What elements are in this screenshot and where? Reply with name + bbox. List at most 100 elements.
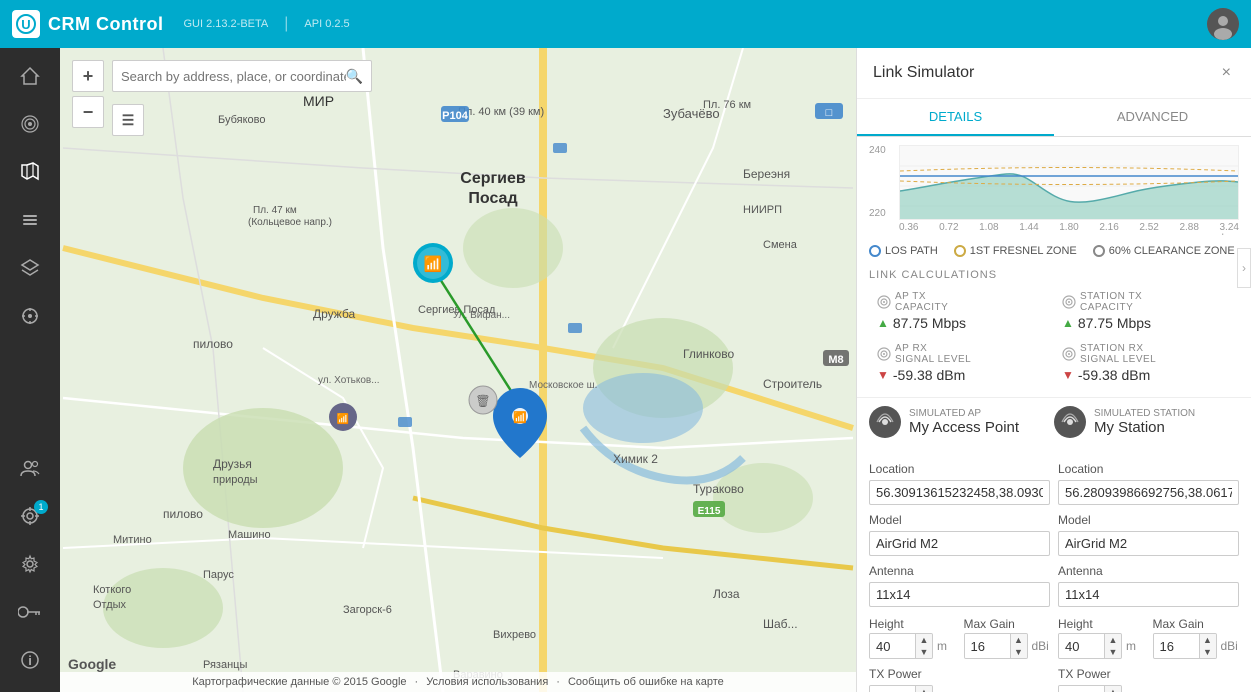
legend-clearance[interactable]: 60% CLEARANCE ZONE [1093,245,1235,257]
station-tx-trend-icon: ▲ [1062,316,1074,330]
ap-maxgain-input[interactable] [965,634,1010,658]
panel-header: Link Simulator × [857,48,1251,99]
user-avatar[interactable] [1207,8,1239,40]
sidebar-item-info[interactable]: i [8,640,52,684]
clearance-label: 60% CLEARANCE ZONE [1109,245,1235,257]
x-label-6: 2.16 [1099,222,1118,233]
station-txpower-up[interactable]: ▲ [1105,686,1121,692]
sidebar-item-users[interactable] [8,448,52,492]
clearance-dot [1093,245,1105,257]
svg-text:Парус: Парус [203,569,234,581]
los-dot [869,245,881,257]
ap-type-label: SIMULATED AP [909,408,1019,419]
station-height-stepper[interactable]: ▲ ▼ [1058,633,1122,659]
key-icon [18,604,42,625]
location-row: Location Location [869,458,1239,509]
signal-icon2 [877,347,891,361]
map-search[interactable]: 🔍 [112,60,372,92]
svg-text:🗑: 🗑 [475,394,490,408]
station-maxgain-label: Max Gain [1153,617,1204,631]
station-rx-trend-icon: ▼ [1062,368,1074,382]
ap-txpower-up[interactable]: ▲ [916,686,932,692]
scroll-indicator[interactable]: › [1237,248,1251,288]
svg-text:Смена: Смена [763,239,798,251]
station-model-label: Model [1058,513,1239,527]
ap-height-up[interactable]: ▲ [916,634,932,646]
ap-location-input[interactable] [869,480,1050,505]
legend-los[interactable]: LOS PATH [869,245,938,257]
panel-body: 240 220 [857,137,1251,692]
map-report-link[interactable]: Сообщить об ошибке на карте [568,676,724,688]
ap-rx-signal-label: AP RXSIGNAL LEVEL [877,343,1046,365]
ap-txpower-stepper[interactable]: ▲ ▼ [869,685,933,692]
sidebar-item-gps[interactable] [8,296,52,340]
ap-maxgain-stepper[interactable]: ▲ ▼ [964,633,1028,659]
station-maxgain-stepper[interactable]: ▲ ▼ [1153,633,1217,659]
station-txpower-input[interactable] [1059,686,1104,692]
ap-rx-trend-icon: ▼ [877,368,889,382]
ap-txpower-input[interactable] [870,686,915,692]
sidebar-item-map[interactable] [8,152,52,196]
ap-device-icon [869,406,901,438]
x-label-4: 1.44 [1019,222,1038,233]
svg-text:Коткого: Коткого [93,584,131,596]
svg-text:Рязанцы: Рязанцы [203,659,247,671]
station-model-input[interactable] [1058,531,1239,556]
zoom-in-button[interactable]: + [72,60,104,92]
ap-model-input[interactable] [869,531,1050,556]
map-area[interactable]: Сергиев Посад Зубачёво Береэня НИИРП Сме… [60,48,856,692]
tab-advanced[interactable]: ADVANCED [1054,99,1251,136]
sidebar-item-target[interactable]: 1 [8,496,52,540]
ap-height-stepper[interactable]: ▲ ▼ [869,633,933,659]
station-height-gain-field: Height ▲ ▼ m [1058,611,1239,663]
sidebar-item-signal[interactable] [8,104,52,148]
svg-text:Машино: Машино [228,529,271,541]
station-maxgain-up[interactable]: ▲ [1200,634,1216,646]
close-button[interactable]: × [1218,60,1235,86]
station-antenna-input[interactable] [1058,582,1239,607]
station-txpower-stepper[interactable]: ▲ ▼ [1058,685,1122,692]
map-list-button[interactable]: ☰ [112,104,144,136]
svg-text:📶: 📶 [424,255,443,273]
station-maxgain-down[interactable]: ▼ [1200,646,1216,658]
ap-height-down[interactable]: ▼ [916,646,932,658]
ap-height-input[interactable] [870,634,915,658]
ap-maxgain-unit: dBi [1032,639,1049,653]
map-icon [20,162,40,187]
station-height-unit: m [1126,639,1136,653]
station-location-field: Location [1058,458,1239,509]
target-badge: 1 [34,500,48,514]
ap-antenna-input[interactable] [869,582,1050,607]
station-maxgain-input[interactable] [1154,634,1199,658]
legend-fresnel[interactable]: 1ST FRESNEL ZONE [954,245,1077,257]
api-version-label: API 0.2.5 [304,18,349,30]
tab-details[interactable]: DETAILS [857,99,1054,136]
sidebar-item-settings[interactable] [8,544,52,588]
list-icon [20,210,40,235]
users-icon [20,458,40,483]
station-location-input[interactable] [1058,480,1239,505]
info-icon: i [20,650,40,675]
ap-height-label: Height [869,617,904,631]
sidebar-item-home[interactable] [8,56,52,100]
svg-text:Тураково: Тураково [693,482,744,496]
ap-maxgain-down[interactable]: ▼ [1011,646,1027,658]
sidebar-item-list[interactable] [8,200,52,244]
station-height-up[interactable]: ▲ [1105,634,1121,646]
map-terms-link[interactable]: Условия использования [426,676,548,688]
ap-antenna-field: Antenna [869,560,1050,611]
chart-x-labels: 0.36 0.72 1.08 1.44 1.80 2.16 2.52 2.88 … [899,220,1239,233]
station-height-down[interactable]: ▼ [1105,646,1121,658]
search-input[interactable] [121,69,346,84]
svg-text:ул. Хотьков...: ул. Хотьков... [318,375,380,386]
sidebar-item-key[interactable] [8,592,52,636]
zoom-out-button[interactable]: − [72,96,104,128]
ap-model-field: Model [869,509,1050,560]
station-height-input[interactable] [1059,634,1104,658]
sidebar-item-layers[interactable] [8,248,52,292]
simulated-station: SIMULATED STATION My Station [1054,398,1239,450]
home-icon [20,66,40,91]
svg-text:P104: P104 [442,110,469,122]
ap-maxgain-up[interactable]: ▲ [1011,634,1027,646]
txpower-row: TX Power ▲ ▼ dBm [869,663,1239,692]
